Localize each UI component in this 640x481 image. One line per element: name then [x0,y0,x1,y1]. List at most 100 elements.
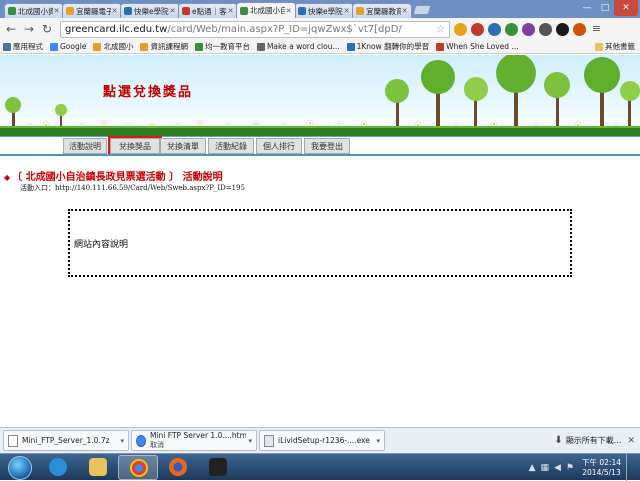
bookmark-item[interactable]: 北成國小 [93,41,133,52]
bookmark-item[interactable]: 應用程式 [3,41,43,52]
chevron-down-icon[interactable]: ▾ [376,437,380,445]
close-shelf-icon[interactable]: ✕ [627,436,635,446]
other-bookmarks-folder[interactable]: 其他書籤 [595,41,635,52]
site-favicon-icon [298,7,306,15]
forward-arrow-icon[interactable]: → [21,21,37,37]
content-description-box: 網站內容說明 [68,209,572,277]
close-tab-icon[interactable]: ✕ [285,7,292,15]
browser-tab[interactable]: e點通｜客 ✕ [178,3,238,18]
show-desktop-button[interactable] [626,454,634,481]
extension-icon[interactable] [522,22,535,36]
address-bar[interactable]: greencard.ilc.edu.tw/card/Web/main.aspx?… [60,20,450,38]
site-favicon-icon [182,7,190,15]
bookmark-item[interactable]: Make a word clou... [256,42,340,51]
nav-tab-activity-log[interactable]: 活動紀錄 [208,138,254,154]
bookmark-item[interactable]: When She Loved ... [436,42,519,51]
url-host: greencard.ilc.edu.tw [65,23,168,35]
bookmark-item[interactable]: 1Know 翻轉你的學習 [346,41,429,52]
minimize-icon[interactable]: — [578,0,596,16]
network-icon[interactable]: ▦ [540,463,549,473]
browser-tab[interactable]: 北成國小資訊 ✕ [4,3,64,18]
browser-tab-active[interactable]: 北成國小自治 ✕ [236,2,296,18]
bookmark-star-icon[interactable]: ☆ [436,24,445,35]
internet-explorer-icon [49,458,67,476]
chevron-down-icon[interactable]: ▾ [248,437,252,445]
clock-date: 2014/5/13 [582,467,621,477]
extension-icon[interactable] [488,22,501,36]
nav-underline [0,154,640,156]
folder-icon [89,458,107,476]
browser-tab-label: 快樂e學院 [134,6,169,16]
extension-icon[interactable] [454,22,467,36]
taskbar-app[interactable] [198,455,238,480]
close-window-icon[interactable]: ✕ [614,0,638,16]
back-arrow-icon[interactable]: ← [3,21,19,37]
bookmark-favicon-icon [140,42,149,51]
close-tab-icon[interactable]: ✕ [111,7,118,15]
close-tab-icon[interactable]: ✕ [169,7,176,15]
close-tab-icon[interactable]: ✕ [401,7,408,15]
activity-heading: ◆ 〔 北成國小自治鎮長政見票選活動 〕 活動說明 [4,172,223,183]
close-tab-icon[interactable]: ✕ [53,7,60,15]
close-tab-icon[interactable]: ✕ [343,7,350,15]
bookmark-item[interactable]: 資訊課程網 [140,41,188,52]
browser-tab[interactable]: 宜蘭縣電子 ✕ [62,3,122,18]
banner-trees-illustration [5,55,640,131]
show-all-downloads-link[interactable]: ⬇ 顯示所有下載... [554,435,621,446]
close-tab-icon[interactable]: ✕ [227,7,234,15]
new-tab-button[interactable] [412,5,432,15]
activity-entry-line: 活動入口：http://140.111.66.59/Card/Web/Sweb.… [20,183,245,193]
browser-tab-label: 快樂e學院 [308,6,343,16]
nav-tab-redeem-prize[interactable]: 兌換獎品 [108,136,162,156]
bookmark-item[interactable]: Google [50,42,86,51]
google-icon [50,42,58,51]
nav-tab-ranking[interactable]: 個人排行 [256,138,302,154]
taskbar-chrome[interactable] [118,455,158,480]
browser-tab-label: 宜蘭縣教育 [366,6,401,16]
reload-icon[interactable]: ↻ [39,21,55,37]
volume-icon[interactable]: ◀ [554,463,561,473]
browser-tab[interactable]: 快樂e學院 ✕ [120,3,180,18]
nav-tab-redeem-list[interactable]: 兌換清單 [160,138,206,154]
bookmark-favicon-icon [194,42,203,51]
taskbar-firefox[interactable] [158,455,198,480]
extension-icon[interactable] [556,22,569,36]
tray-arrow-icon[interactable]: ▲ [529,463,536,473]
maximize-icon[interactable]: □ [596,0,614,16]
apps-grid-icon [3,42,11,51]
chevron-down-icon[interactable]: ▾ [120,437,124,445]
bookmark-item[interactable]: 均一教育平台 [194,41,250,52]
extension-icon[interactable] [573,22,586,36]
download-item[interactable]: iLividSetup-r1236-....exe ▾ [259,430,385,451]
download-item[interactable]: Mini_FTP_Server_1.0.7z ▾ [3,430,129,451]
taskbar-clock[interactable]: 下午 02:14 2014/5/13 [582,458,621,478]
page-banner: 點選兌換獎品 [0,55,640,136]
site-favicon-icon [240,6,248,15]
site-nav-bar: 活動說明 兌換獎品 兌換清單 活動紀錄 個人排行 我要登出 [0,136,640,156]
bookmarks-bar: 應用程式 Google 北成國小 資訊課程網 均一教育平台 Make a wor… [0,40,640,54]
download-item[interactable]: Mini FTP Server 1.0....htm 取消 ▾ [131,430,257,451]
diamond-bullet-icon: ◆ [4,172,11,182]
extension-icon[interactable] [471,22,484,36]
taskbar-ie[interactable] [38,455,78,480]
browser-tab[interactable]: 宜蘭縣教育 ✕ [352,3,412,18]
banner-title: 點選兌換獎品 [103,85,194,100]
browser-tab-label: e點通｜客 [192,6,227,16]
chrome-icon [130,459,148,477]
browser-toolbar: ← → ↻ greencard.ilc.edu.tw/card/Web/main… [0,18,640,40]
download-arrow-icon: ⬇ [554,435,563,446]
nav-tab-logout[interactable]: 我要登出 [304,138,350,154]
nav-tab-activity-info[interactable]: 活動說明 [63,138,107,154]
browser-tab-label: 北成國小資訊 [18,6,53,16]
browser-tab[interactable]: 快樂e學院 ✕ [294,3,354,18]
extension-icon[interactable] [505,22,518,36]
menu-hamburger-icon[interactable]: ≡ [590,22,603,36]
start-button[interactable] [8,456,32,480]
extension-icon[interactable] [539,22,552,36]
download-filename: Mini_FTP_Server_1.0.7z [22,436,110,445]
bookmark-favicon-icon [436,42,445,51]
url-path: /card/Web/main.aspx?P_ID=jqwZwx$`vt7[dpD… [167,23,402,35]
flag-icon[interactable]: ⚑ [566,463,574,473]
chrome-icon [136,434,146,447]
taskbar-explorer[interactable] [78,455,118,480]
